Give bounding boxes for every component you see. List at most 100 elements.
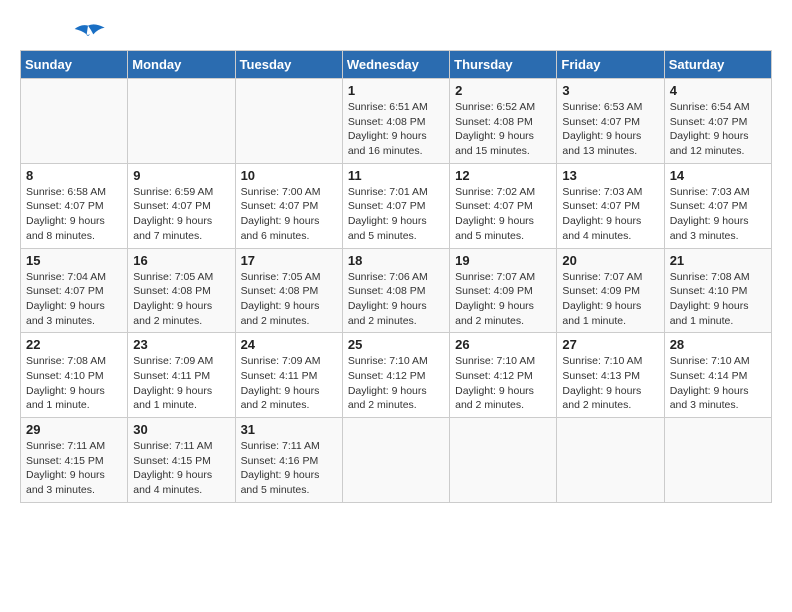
calendar-cell	[21, 79, 128, 164]
calendar-cell: 15 Sunrise: 7:04 AMSunset: 4:07 PMDaylig…	[21, 248, 128, 333]
calendar-cell	[450, 418, 557, 503]
page-header	[20, 20, 772, 40]
calendar-table: Sunday Monday Tuesday Wednesday Thursday…	[20, 50, 772, 503]
calendar-cell: 26 Sunrise: 7:10 AMSunset: 4:12 PMDaylig…	[450, 333, 557, 418]
day-info: Sunrise: 7:01 AMSunset: 4:07 PMDaylight:…	[348, 185, 444, 244]
calendar-cell: 2 Sunrise: 6:52 AMSunset: 4:08 PMDayligh…	[450, 79, 557, 164]
day-number: 1	[348, 83, 444, 98]
day-info: Sunrise: 7:03 AMSunset: 4:07 PMDaylight:…	[562, 185, 658, 244]
day-number: 16	[133, 253, 229, 268]
day-info: Sunrise: 6:58 AMSunset: 4:07 PMDaylight:…	[26, 185, 122, 244]
day-info: Sunrise: 7:10 AMSunset: 4:12 PMDaylight:…	[455, 354, 551, 413]
calendar-week-4: 22 Sunrise: 7:08 AMSunset: 4:10 PMDaylig…	[21, 333, 772, 418]
day-number: 22	[26, 337, 122, 352]
day-info: Sunrise: 7:00 AMSunset: 4:07 PMDaylight:…	[241, 185, 337, 244]
day-info: Sunrise: 7:05 AMSunset: 4:08 PMDaylight:…	[241, 270, 337, 329]
calendar-cell: 20 Sunrise: 7:07 AMSunset: 4:09 PMDaylig…	[557, 248, 664, 333]
day-number: 31	[241, 422, 337, 437]
calendar-cell: 4 Sunrise: 6:54 AMSunset: 4:07 PMDayligh…	[664, 79, 771, 164]
col-friday: Friday	[557, 51, 664, 79]
col-tuesday: Tuesday	[235, 51, 342, 79]
calendar-cell: 13 Sunrise: 7:03 AMSunset: 4:07 PMDaylig…	[557, 163, 664, 248]
day-number: 10	[241, 168, 337, 183]
day-number: 8	[26, 168, 122, 183]
col-sunday: Sunday	[21, 51, 128, 79]
day-info: Sunrise: 7:08 AMSunset: 4:10 PMDaylight:…	[26, 354, 122, 413]
day-info: Sunrise: 7:10 AMSunset: 4:14 PMDaylight:…	[670, 354, 766, 413]
day-info: Sunrise: 6:52 AMSunset: 4:08 PMDaylight:…	[455, 100, 551, 159]
day-info: Sunrise: 7:11 AMSunset: 4:15 PMDaylight:…	[133, 439, 229, 498]
day-info: Sunrise: 7:11 AMSunset: 4:15 PMDaylight:…	[26, 439, 122, 498]
col-monday: Monday	[128, 51, 235, 79]
day-number: 18	[348, 253, 444, 268]
day-info: Sunrise: 7:07 AMSunset: 4:09 PMDaylight:…	[455, 270, 551, 329]
header-row: Sunday Monday Tuesday Wednesday Thursday…	[21, 51, 772, 79]
day-info: Sunrise: 7:05 AMSunset: 4:08 PMDaylight:…	[133, 270, 229, 329]
calendar-cell	[235, 79, 342, 164]
calendar-cell: 21 Sunrise: 7:08 AMSunset: 4:10 PMDaylig…	[664, 248, 771, 333]
day-number: 17	[241, 253, 337, 268]
logo-icon	[68, 20, 108, 48]
day-number: 21	[670, 253, 766, 268]
day-number: 9	[133, 168, 229, 183]
day-number: 12	[455, 168, 551, 183]
calendar-cell: 29 Sunrise: 7:11 AMSunset: 4:15 PMDaylig…	[21, 418, 128, 503]
calendar-cell: 17 Sunrise: 7:05 AMSunset: 4:08 PMDaylig…	[235, 248, 342, 333]
day-info: Sunrise: 7:10 AMSunset: 4:13 PMDaylight:…	[562, 354, 658, 413]
day-info: Sunrise: 7:04 AMSunset: 4:07 PMDaylight:…	[26, 270, 122, 329]
col-thursday: Thursday	[450, 51, 557, 79]
calendar-cell: 16 Sunrise: 7:05 AMSunset: 4:08 PMDaylig…	[128, 248, 235, 333]
calendar-week-3: 15 Sunrise: 7:04 AMSunset: 4:07 PMDaylig…	[21, 248, 772, 333]
calendar-cell: 22 Sunrise: 7:08 AMSunset: 4:10 PMDaylig…	[21, 333, 128, 418]
calendar-cell: 25 Sunrise: 7:10 AMSunset: 4:12 PMDaylig…	[342, 333, 449, 418]
calendar-body: 1 Sunrise: 6:51 AMSunset: 4:08 PMDayligh…	[21, 79, 772, 503]
logo	[20, 20, 108, 40]
calendar-cell: 28 Sunrise: 7:10 AMSunset: 4:14 PMDaylig…	[664, 333, 771, 418]
day-number: 11	[348, 168, 444, 183]
day-info: Sunrise: 7:10 AMSunset: 4:12 PMDaylight:…	[348, 354, 444, 413]
day-number: 28	[670, 337, 766, 352]
calendar-cell	[664, 418, 771, 503]
day-number: 26	[455, 337, 551, 352]
day-info: Sunrise: 6:54 AMSunset: 4:07 PMDaylight:…	[670, 100, 766, 159]
day-info: Sunrise: 7:03 AMSunset: 4:07 PMDaylight:…	[670, 185, 766, 244]
day-info: Sunrise: 7:11 AMSunset: 4:16 PMDaylight:…	[241, 439, 337, 498]
day-info: Sunrise: 7:06 AMSunset: 4:08 PMDaylight:…	[348, 270, 444, 329]
day-number: 24	[241, 337, 337, 352]
day-number: 30	[133, 422, 229, 437]
day-number: 29	[26, 422, 122, 437]
calendar-cell: 14 Sunrise: 7:03 AMSunset: 4:07 PMDaylig…	[664, 163, 771, 248]
calendar-cell: 30 Sunrise: 7:11 AMSunset: 4:15 PMDaylig…	[128, 418, 235, 503]
col-saturday: Saturday	[664, 51, 771, 79]
day-info: Sunrise: 7:09 AMSunset: 4:11 PMDaylight:…	[133, 354, 229, 413]
calendar-cell: 11 Sunrise: 7:01 AMSunset: 4:07 PMDaylig…	[342, 163, 449, 248]
day-number: 25	[348, 337, 444, 352]
calendar-cell: 31 Sunrise: 7:11 AMSunset: 4:16 PMDaylig…	[235, 418, 342, 503]
calendar-cell: 1 Sunrise: 6:51 AMSunset: 4:08 PMDayligh…	[342, 79, 449, 164]
calendar-cell: 24 Sunrise: 7:09 AMSunset: 4:11 PMDaylig…	[235, 333, 342, 418]
day-info: Sunrise: 7:08 AMSunset: 4:10 PMDaylight:…	[670, 270, 766, 329]
calendar-cell: 10 Sunrise: 7:00 AMSunset: 4:07 PMDaylig…	[235, 163, 342, 248]
calendar-cell: 27 Sunrise: 7:10 AMSunset: 4:13 PMDaylig…	[557, 333, 664, 418]
day-number: 14	[670, 168, 766, 183]
calendar-cell: 12 Sunrise: 7:02 AMSunset: 4:07 PMDaylig…	[450, 163, 557, 248]
day-info: Sunrise: 6:51 AMSunset: 4:08 PMDaylight:…	[348, 100, 444, 159]
day-info: Sunrise: 7:07 AMSunset: 4:09 PMDaylight:…	[562, 270, 658, 329]
day-number: 27	[562, 337, 658, 352]
calendar-cell: 18 Sunrise: 7:06 AMSunset: 4:08 PMDaylig…	[342, 248, 449, 333]
calendar-header: Sunday Monday Tuesday Wednesday Thursday…	[21, 51, 772, 79]
calendar-cell: 3 Sunrise: 6:53 AMSunset: 4:07 PMDayligh…	[557, 79, 664, 164]
day-number: 15	[26, 253, 122, 268]
calendar-week-2: 8 Sunrise: 6:58 AMSunset: 4:07 PMDayligh…	[21, 163, 772, 248]
day-number: 20	[562, 253, 658, 268]
day-number: 4	[670, 83, 766, 98]
calendar-week-1: 1 Sunrise: 6:51 AMSunset: 4:08 PMDayligh…	[21, 79, 772, 164]
calendar-cell	[128, 79, 235, 164]
day-number: 23	[133, 337, 229, 352]
col-wednesday: Wednesday	[342, 51, 449, 79]
calendar-cell: 19 Sunrise: 7:07 AMSunset: 4:09 PMDaylig…	[450, 248, 557, 333]
day-info: Sunrise: 6:53 AMSunset: 4:07 PMDaylight:…	[562, 100, 658, 159]
day-info: Sunrise: 7:09 AMSunset: 4:11 PMDaylight:…	[241, 354, 337, 413]
day-number: 19	[455, 253, 551, 268]
calendar-cell: 8 Sunrise: 6:58 AMSunset: 4:07 PMDayligh…	[21, 163, 128, 248]
